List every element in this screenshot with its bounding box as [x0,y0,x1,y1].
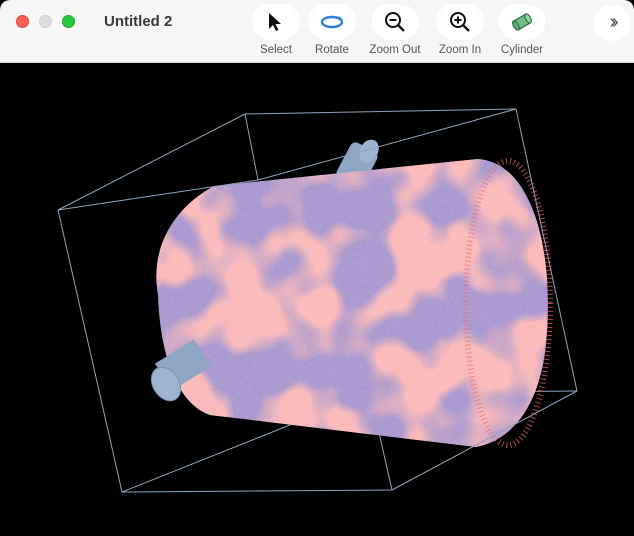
zoom-in-tool[interactable]: Zoom In [427,3,493,61]
zoom-out-button[interactable] [371,4,419,40]
close-window-button[interactable] [16,15,29,28]
cylinder-icon [512,13,532,31]
zoom-in-icon [450,12,470,32]
cylinder-button[interactable] [498,4,546,40]
title-bar: Untitled 2 Select Rotate Zoom Out Zoom I… [0,0,634,63]
3d-viewport[interactable] [0,63,634,536]
select-button[interactable] [252,4,300,40]
cylinder-label: Cylinder [500,44,544,56]
zoom-out-tool[interactable]: Zoom Out [362,3,428,61]
minimize-window-button[interactable] [39,15,52,28]
zoom-in-button[interactable] [436,4,484,40]
point-cloud-scene[interactable] [0,63,634,536]
app-window: Untitled 2 Select Rotate Zoom Out Zoom I… [0,0,634,536]
cylinder-tool[interactable]: Cylinder [489,3,555,61]
maximize-window-button[interactable] [62,15,75,28]
rotate-label: Rotate [315,44,349,56]
rotate-button[interactable] [308,4,356,40]
rotate-tool[interactable]: Rotate [299,3,365,61]
toolbar-overflow-button[interactable]: ›› [594,5,630,41]
window-title: Untitled 2 [104,13,173,30]
zoom-out-label: Zoom Out [369,44,421,56]
zoom-in-label: Zoom In [438,44,482,56]
rotate-icon [320,15,344,29]
chevrons-right-icon: ›› [609,11,618,33]
point-cloud-cylinder [156,159,548,447]
arrow-cursor-icon [269,13,281,31]
zoom-out-icon [385,12,405,32]
